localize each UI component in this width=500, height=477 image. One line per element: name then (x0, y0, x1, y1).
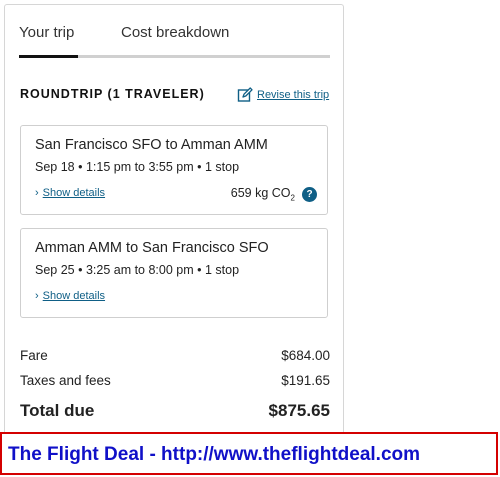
active-tab-indicator (19, 55, 78, 58)
taxes-label: Taxes and fees (20, 373, 111, 388)
chevron-right-icon: › (35, 187, 39, 199)
fare-value: $684.00 (281, 348, 330, 363)
trip-type-heading: ROUNDTRIP (1 TRAVELER) (20, 87, 205, 101)
show-details-link[interactable]: › Show details (35, 290, 105, 302)
flight-card-return: Amman AMM to San Francisco SFO Sep 25 • … (20, 228, 328, 318)
show-details-link[interactable]: › Show details (35, 187, 105, 199)
revise-trip-label[interactable]: Revise this trip (257, 89, 329, 101)
fare-row: Fare $684.00 (20, 348, 330, 363)
flight-route: San Francisco SFO to Amman AMM (35, 137, 268, 153)
co2-emissions: 659 kg CO2 ? (231, 186, 317, 203)
flight-times: Sep 25 • 3:25 am to 8:00 pm • 1 stop (35, 263, 240, 277)
show-details-label[interactable]: Show details (43, 187, 105, 199)
total-label: Total due (20, 401, 95, 420)
banner-text: The Flight Deal - http://www.theflightde… (8, 444, 421, 465)
taxes-value: $191.65 (281, 373, 330, 388)
flight-route: Amman AMM to San Francisco SFO (35, 240, 269, 256)
flight-times: Sep 18 • 1:15 pm to 3:55 pm • 1 stop (35, 160, 240, 174)
tab-bar: Your trip Cost breakdown (19, 23, 330, 58)
question-circle-icon[interactable]: ? (302, 186, 317, 202)
chevron-right-icon: › (35, 290, 39, 302)
tab-your-trip[interactable]: Your trip (19, 24, 74, 41)
revise-trip-link[interactable]: Revise this trip (237, 87, 329, 103)
fare-label: Fare (20, 348, 48, 363)
edit-pencil-icon (237, 87, 253, 102)
watermark-banner: The Flight Deal - http://www.theflightde… (0, 432, 498, 475)
tab-cost-breakdown[interactable]: Cost breakdown (121, 24, 229, 41)
total-row: Total due $875.65 (20, 401, 330, 421)
total-value: $875.65 (268, 401, 330, 420)
trip-summary-panel: Your trip Cost breakdown ROUNDTRIP (1 TR… (4, 4, 344, 434)
co2-value: 659 kg CO2 (230, 186, 295, 203)
show-details-label[interactable]: Show details (43, 290, 105, 302)
taxes-row: Taxes and fees $191.65 (20, 373, 330, 388)
flight-card-outbound: San Francisco SFO to Amman AMM Sep 18 • … (20, 125, 328, 215)
